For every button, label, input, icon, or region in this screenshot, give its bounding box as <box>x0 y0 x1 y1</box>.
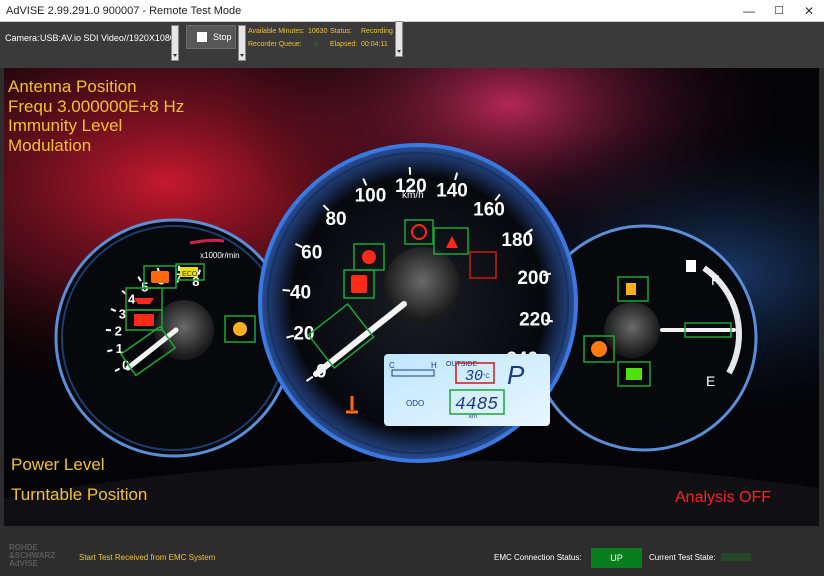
dashboard-image: 012345678 F E 02040608010012014016018020… <box>4 68 819 526</box>
speedometer-tick-label: 220 <box>519 310 551 331</box>
status-message: Start Test Received from EMC System <box>79 553 216 562</box>
antenna-position-label: Antenna Position <box>8 77 137 96</box>
status-value: Recording <box>361 28 393 35</box>
temperature-unit: °C <box>483 374 490 380</box>
title-bar: AdVISE 2.99.291.0 900007 - Remote Test M… <box>0 0 824 22</box>
camera-select[interactable]: USB:AV.io SDI Video//1920X1080 <box>38 31 178 47</box>
camera-label: Camera: <box>5 33 40 43</box>
available-minutes-value: 10630 <box>308 28 328 35</box>
stop-button[interactable]: Stop <box>186 25 236 49</box>
speedometer-tick-label: 180 <box>501 230 533 251</box>
odometer-value: 4485 <box>455 395 498 415</box>
fuel-empty-label: E <box>706 373 715 389</box>
recorder-queue-label: Recorder Queue: <box>248 41 302 48</box>
stop-label: Stop <box>213 32 232 42</box>
minimize-button[interactable]: — <box>734 0 764 22</box>
check-engine-icon <box>151 271 169 283</box>
outside-label: OUTSIDE <box>446 361 477 368</box>
brake-warning-icon <box>362 250 376 264</box>
fuel-pump-icon <box>686 260 696 272</box>
tpms-icon <box>591 341 607 357</box>
power-level-label: Power Level <box>11 455 105 474</box>
camera-scroll[interactable] <box>171 25 179 61</box>
tachometer-tick-mark <box>107 349 113 353</box>
current-test-state-label: Current Test State: <box>649 553 716 562</box>
immunity-level-label: Immunity Level <box>8 116 123 135</box>
fuel-full-label: F <box>711 272 720 288</box>
status-label: Status: <box>330 28 352 35</box>
analysis-status: Analysis OFF <box>675 489 772 506</box>
tachometer-tick-label: 5 <box>141 280 148 295</box>
turntable-position-label: Turntable Position <box>11 485 148 504</box>
speedometer-tick-label: 80 <box>325 209 346 230</box>
elapsed-value: 00:04:11 <box>361 41 388 48</box>
battery-icon <box>134 314 154 326</box>
fog-light-icon <box>626 368 642 380</box>
tacho-unit: x1000r/min <box>200 251 240 260</box>
speedometer-tick-label: 160 <box>473 199 505 220</box>
speedometer-tick-label: 100 <box>355 186 387 207</box>
window-title: AdVISE 2.99.291.0 900007 - Remote Test M… <box>6 5 242 17</box>
tachometer-tick-label: 2 <box>115 323 122 338</box>
stop-scroll[interactable] <box>238 25 246 61</box>
speed-unit: km/h <box>402 190 424 201</box>
elapsed-label: Elapsed: <box>330 41 358 48</box>
frequency-label: Frequ 3.000000E+8 Hz <box>8 97 185 116</box>
toolbar: Camera: USB:AV.io SDI Video//1920X1080 S… <box>0 21 824 68</box>
lcd-h-label: H <box>431 361 437 370</box>
tachometer-tick-label: 3 <box>119 306 126 321</box>
odo-label: ODO <box>406 399 424 408</box>
odometer-unit: km <box>469 414 477 420</box>
status-scroll[interactable] <box>395 21 403 57</box>
stop-icon <box>197 32 207 42</box>
tachometer: 012345678 <box>54 218 294 458</box>
lcd-c-label: C <box>389 361 395 370</box>
speedometer-tick-label: 20 <box>293 324 314 345</box>
emc-connection-status: UP <box>591 548 642 568</box>
modulation-label: Modulation <box>8 136 92 155</box>
status-bar: ROHDE &SCHWARZ AdVISE Start Test Receive… <box>0 526 824 576</box>
current-test-state-value <box>721 553 751 561</box>
airbag-icon <box>351 275 367 293</box>
available-minutes-label: Available Minutes: <box>248 28 305 35</box>
video-feed: 012345678 F E 02040608010012014016018020… <box>4 68 819 526</box>
speedometer-tick-label: 40 <box>290 282 311 303</box>
headlight-icon <box>626 283 636 295</box>
lcd-panel: C H OUTSIDE 30 °C P ODO 4485 km <box>384 354 550 426</box>
eco-label: ECO <box>182 271 198 278</box>
close-button[interactable]: ✕ <box>794 0 824 22</box>
speedometer-tick-label: 140 <box>436 181 468 202</box>
speedometer-tick-label: 200 <box>517 268 549 289</box>
recorder-queue-value: 0 <box>314 41 318 48</box>
camera-value: USB:AV.io SDI Video//1920X1080 <box>40 33 175 43</box>
light-sensor-icon <box>233 322 247 336</box>
rohde-schwarz-logo: ROHDE &SCHWARZ AdVISE <box>9 543 56 568</box>
maximize-button[interactable]: ☐ <box>764 0 794 22</box>
speedometer-tick-label: 60 <box>301 242 322 263</box>
gear-indicator: P <box>507 360 525 390</box>
emc-connection-label: EMC Connection Status: <box>494 553 582 562</box>
